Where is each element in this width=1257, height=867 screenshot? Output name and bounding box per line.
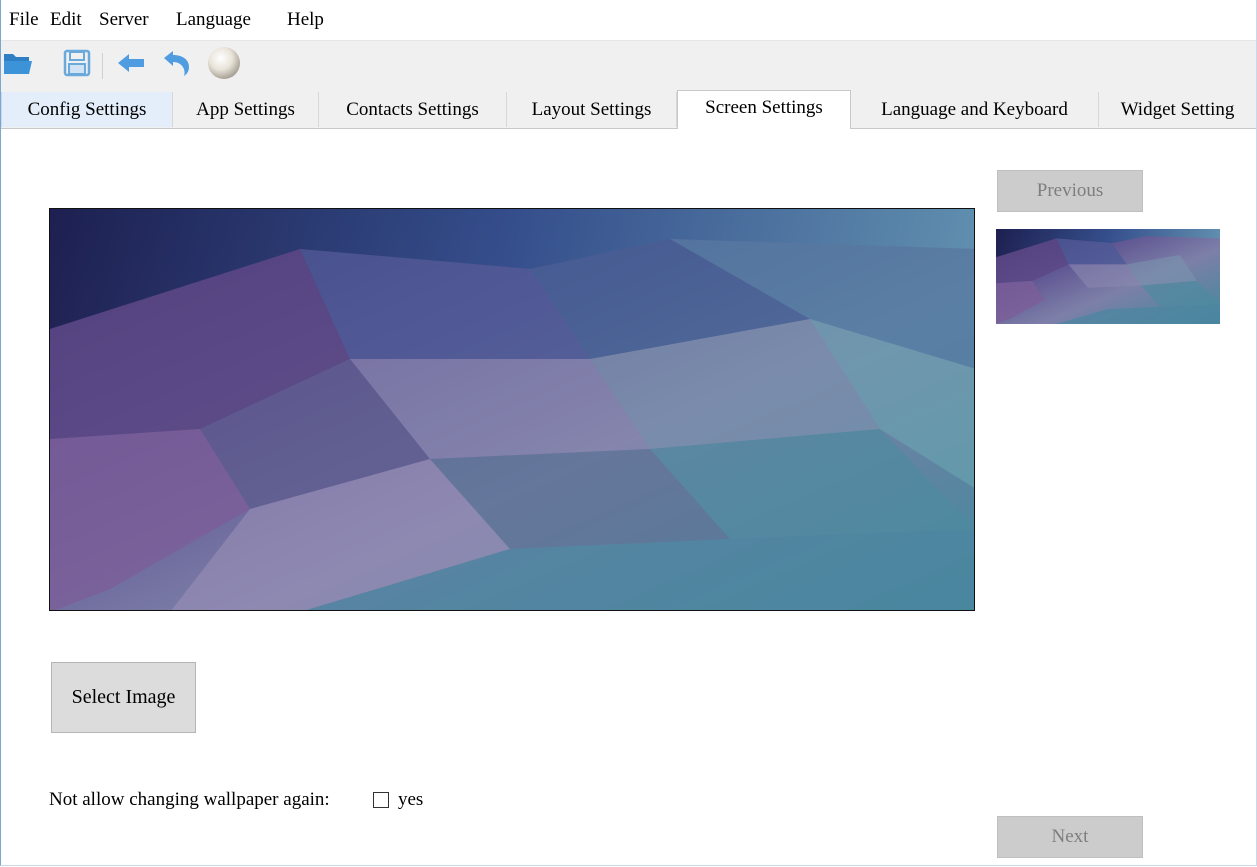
open-button[interactable] — [3, 50, 33, 80]
wallpaper-image — [50, 209, 974, 610]
tab-contacts-settings[interactable]: Contacts Settings — [319, 92, 507, 127]
menu-help[interactable]: Help — [287, 9, 324, 31]
wallpaper-thumbnail[interactable] — [996, 229, 1220, 324]
screen-settings-panel: Previous Select Image Not allow changing… — [1, 129, 1256, 865]
tab-config-settings[interactable]: Config Settings — [1, 92, 173, 127]
menu-language[interactable]: Language — [176, 9, 251, 31]
menu-edit[interactable]: Edit — [50, 9, 82, 31]
tab-widget-setting[interactable]: Widget Setting — [1099, 92, 1256, 127]
tab-language-and-keyboard[interactable]: Language and Keyboard — [851, 92, 1099, 127]
lock-wallpaper-label: Not allow changing wallpaper again: — [49, 789, 330, 810]
tab-layout-settings[interactable]: Layout Settings — [507, 92, 677, 127]
toolbar — [1, 40, 1256, 91]
tab-screen-settings[interactable]: Screen Settings — [677, 90, 851, 129]
lock-wallpaper-yes-label[interactable]: yes — [398, 789, 423, 811]
lock-wallpaper-checkbox[interactable] — [373, 792, 389, 808]
menu-file[interactable]: File — [9, 9, 39, 31]
sphere-button[interactable] — [206, 45, 242, 86]
menu-bar: File Edit Server Language Help — [1, 0, 1256, 40]
next-button[interactable]: Next — [997, 816, 1143, 858]
undo-button[interactable] — [161, 50, 191, 80]
settings-tabs: Config Settings App Settings Contacts Se… — [1, 90, 1256, 129]
app-window: File Edit Server Language Help Config Se… — [0, 0, 1257, 866]
previous-button[interactable]: Previous — [997, 170, 1143, 212]
wallpaper-preview — [49, 208, 975, 611]
tab-app-settings[interactable]: App Settings — [173, 92, 319, 127]
thumbnail-image — [996, 229, 1220, 324]
save-button[interactable] — [62, 49, 92, 82]
sphere-icon — [206, 45, 242, 86]
folder-open-icon — [3, 50, 33, 81]
toolbar-separator — [102, 53, 103, 79]
save-icon — [63, 49, 91, 82]
back-button[interactable] — [116, 50, 146, 80]
select-image-button[interactable]: Select Image — [51, 662, 196, 733]
back-arrow-icon — [116, 52, 146, 79]
undo-icon — [161, 49, 191, 82]
menu-server[interactable]: Server — [99, 9, 149, 31]
